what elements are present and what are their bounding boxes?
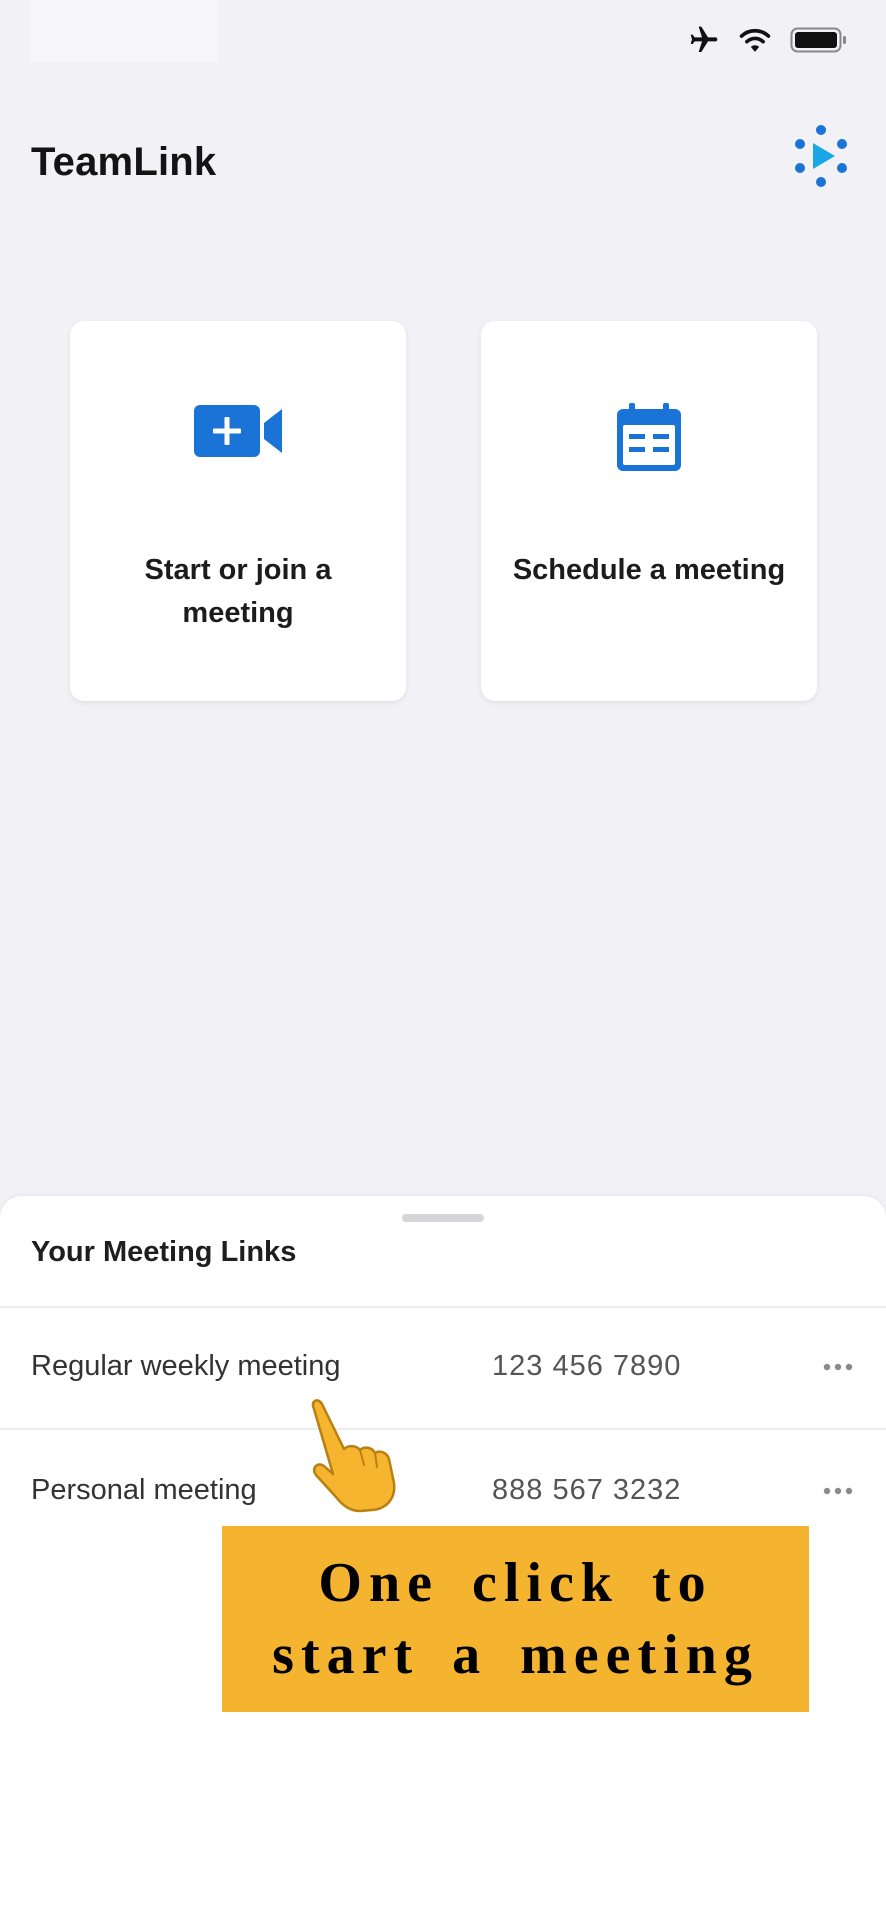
- wifi-icon: [739, 28, 771, 52]
- promo-text-line-1: One click to: [318, 1552, 713, 1614]
- promo-text-line-2: start a meeting: [272, 1624, 759, 1686]
- airplane-icon: [690, 26, 718, 52]
- meeting-link-name: Personal meeting: [31, 1474, 257, 1506]
- teamlink-logo-icon[interactable]: [790, 124, 852, 190]
- video-plus-icon: [194, 405, 282, 457]
- meeting-link-id: 888 567 3232: [492, 1474, 682, 1506]
- sheet-drag-handle[interactable]: [402, 1214, 484, 1222]
- app-title: TeamLink: [31, 140, 217, 184]
- more-horizontal-icon[interactable]: [822, 1484, 854, 1498]
- promo-banner: One click to start a meeting: [222, 1526, 809, 1712]
- status-icons: [688, 24, 848, 56]
- status-bar: [0, 0, 886, 84]
- status-bar-time-area: [30, 0, 218, 62]
- schedule-meeting-card[interactable]: Schedule a meeting: [481, 321, 817, 701]
- meeting-link-name: Regular weekly meeting: [31, 1350, 341, 1382]
- divider: [0, 1428, 886, 1430]
- start-join-meeting-card[interactable]: Start or join a meeting: [70, 321, 406, 701]
- more-horizontal-icon[interactable]: [822, 1360, 854, 1374]
- hand-pointer-icon: [311, 1399, 396, 1513]
- schedule-meeting-label: Schedule a meeting: [512, 554, 786, 586]
- battery-icon: [790, 27, 846, 53]
- meeting-link-id: 123 456 7890: [492, 1350, 682, 1382]
- meeting-links-title: Your Meeting Links: [31, 1236, 297, 1268]
- meeting-link-row[interactable]: Regular weekly meeting 123 456 7890: [0, 1308, 886, 1428]
- start-join-meeting-label: Start or join a meeting: [144, 554, 332, 629]
- calendar-icon: [617, 403, 681, 471]
